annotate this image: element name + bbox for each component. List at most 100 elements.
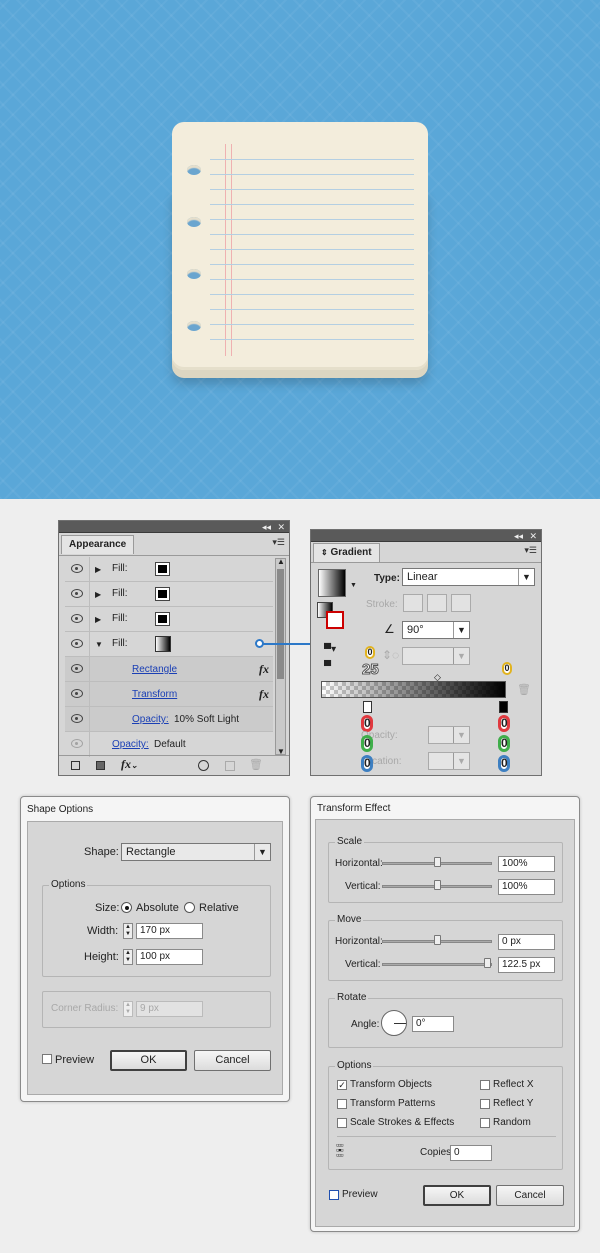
slider-knob[interactable]	[433, 935, 441, 945]
preview-checkbox[interactable]	[42, 1054, 52, 1064]
move-vertical-input[interactable]: 122.5 px	[498, 957, 555, 973]
chevron-down-icon[interactable]: ▼	[254, 844, 270, 860]
effect-row[interactable]: Transform fx	[65, 682, 273, 707]
opacity-row[interactable]: Opacity: 10% Soft Light	[65, 707, 273, 732]
eye-icon[interactable]	[71, 739, 83, 748]
width-input[interactable]: 170 px	[136, 923, 203, 939]
expand-triangle-icon[interactable]: ▶	[95, 615, 101, 624]
fill-stroke-stroke-icon[interactable]	[326, 611, 344, 629]
chevron-down-icon[interactable]: ▼	[453, 622, 469, 638]
new-fill-icon[interactable]	[96, 761, 105, 770]
opacity-link[interactable]: Opacity:	[132, 714, 169, 725]
add-effect-icon[interactable]: fx⌄	[121, 757, 138, 772]
new-stroke-icon[interactable]	[71, 761, 80, 770]
panel-menu-icon[interactable]: ▾☰	[524, 545, 537, 556]
fx-icon[interactable]: fx	[259, 662, 269, 677]
fill-row[interactable]: ▶ Fill:	[65, 582, 273, 607]
reflect-y-checkbox[interactable]	[480, 1099, 490, 1109]
reverse-gradient-icon[interactable]: ▀▾ ▄	[324, 644, 336, 666]
scroll-up-icon[interactable]: ▲	[277, 557, 285, 566]
collapse-icon[interactable]: ◂◂	[262, 521, 271, 533]
copies-input[interactable]: 0	[450, 1145, 492, 1161]
reference-point-icon[interactable]: ▫▫▫ ▫▪▫ ▫▫▫	[336, 1141, 344, 1160]
eye-icon[interactable]	[71, 714, 83, 723]
fill-label: Fill:	[112, 563, 128, 574]
width-stepper[interactable]: ▲ ▼	[123, 923, 133, 939]
ruled-line	[210, 294, 414, 295]
connector-dot	[255, 639, 264, 648]
chevron-down-icon[interactable]: ▼	[518, 569, 534, 585]
cancel-button[interactable]: Cancel	[496, 1185, 564, 1206]
scrollbar[interactable]: ▲ ▼	[275, 557, 286, 756]
relative-radio[interactable]	[184, 902, 195, 913]
ok-button[interactable]: OK	[423, 1185, 491, 1206]
opacity-row-default[interactable]: Opacity: Default	[65, 732, 273, 757]
close-icon[interactable]: ✕	[277, 521, 285, 533]
scale-horizontal-slider[interactable]	[382, 857, 492, 867]
eye-icon[interactable]	[71, 564, 83, 573]
fill-swatch[interactable]	[155, 587, 170, 601]
angle-dial[interactable]	[381, 1010, 407, 1036]
fill-swatch[interactable]	[155, 562, 170, 576]
shape-options-dialog: Shape Options Shape: Rectangle ▼ Options …	[20, 796, 290, 1102]
close-icon[interactable]: ✕	[529, 530, 537, 542]
collapse-icon[interactable]: ◂◂	[514, 530, 523, 542]
slider-knob[interactable]	[433, 857, 441, 867]
move-horizontal-slider[interactable]	[382, 935, 492, 945]
move-vertical-slider[interactable]	[382, 958, 492, 968]
effect-transform-link[interactable]: Transform	[132, 689, 177, 700]
ok-button[interactable]: OK	[110, 1050, 187, 1071]
fill-row[interactable]: ▶ Fill:	[65, 557, 273, 582]
fx-icon[interactable]: fx	[259, 687, 269, 702]
gradient-slider[interactable]	[321, 681, 506, 698]
effect-row[interactable]: Rectangle fx	[65, 657, 273, 682]
eye-icon[interactable]	[71, 689, 83, 698]
ruled-line	[210, 234, 414, 235]
height-stepper[interactable]: ▲ ▼	[123, 949, 133, 965]
gradient-stop-right[interactable]	[499, 701, 508, 713]
panel-titlebar[interactable]: ◂◂ ✕	[311, 530, 541, 542]
absolute-radio[interactable]	[121, 902, 132, 913]
scale-strokes-checkbox[interactable]	[337, 1118, 347, 1128]
fill-row-selected[interactable]: ▼ Fill:	[65, 632, 273, 657]
scroll-thumb[interactable]	[277, 569, 284, 679]
transform-objects-checkbox[interactable]: ✓	[337, 1080, 347, 1090]
effect-rectangle-link[interactable]: Rectangle	[132, 664, 177, 675]
preview-checkbox[interactable]	[329, 1190, 339, 1200]
tab-appearance[interactable]: Appearance	[61, 535, 135, 554]
eye-icon[interactable]	[71, 589, 83, 598]
reflect-x-checkbox[interactable]	[480, 1080, 490, 1090]
scale-horizontal-input[interactable]: 100%	[498, 856, 555, 872]
clear-appearance-icon[interactable]	[198, 760, 209, 771]
gradient-thumbnail[interactable]	[318, 569, 346, 597]
fill-row[interactable]: ▶ Fill:	[65, 607, 273, 632]
expand-triangle-icon[interactable]: ▶	[95, 565, 101, 574]
scale-vertical-input[interactable]: 100%	[498, 879, 555, 895]
angle-input[interactable]: 90° ▼	[402, 621, 470, 639]
tab-gradient[interactable]: ⇕ Gradient	[313, 543, 380, 562]
scale-vertical-slider[interactable]	[382, 880, 492, 890]
dropdown-arrow-icon[interactable]: ▼	[350, 582, 357, 589]
slider-knob[interactable]	[433, 880, 441, 890]
move-horizontal-input[interactable]: 0 px	[498, 934, 555, 950]
gradient-stop-left[interactable]	[363, 701, 372, 713]
slider-knob[interactable]	[484, 958, 491, 968]
gradient-swatch[interactable]	[155, 636, 171, 652]
eye-icon[interactable]	[71, 664, 83, 673]
panel-menu-icon[interactable]: ▾☰	[272, 537, 285, 548]
height-input[interactable]: 100 px	[136, 949, 203, 965]
options-group: Options ✓ Transform Objects Transform Pa…	[328, 1060, 563, 1170]
fill-swatch[interactable]	[155, 612, 170, 626]
shape-select[interactable]: Rectangle ▼	[121, 843, 271, 861]
opacity-link[interactable]: Opacity:	[112, 739, 149, 750]
eye-icon[interactable]	[71, 639, 83, 648]
cancel-button[interactable]: Cancel	[194, 1050, 271, 1071]
collapse-triangle-icon[interactable]: ▼	[95, 640, 103, 649]
eye-icon[interactable]	[71, 614, 83, 623]
expand-triangle-icon[interactable]: ▶	[95, 590, 101, 599]
transform-patterns-checkbox[interactable]	[337, 1099, 347, 1109]
type-select[interactable]: Linear ▼	[402, 568, 535, 586]
panel-titlebar[interactable]: ◂◂ ✕	[59, 521, 289, 533]
angle-input[interactable]: 0°	[412, 1016, 454, 1032]
random-checkbox[interactable]	[480, 1118, 490, 1128]
